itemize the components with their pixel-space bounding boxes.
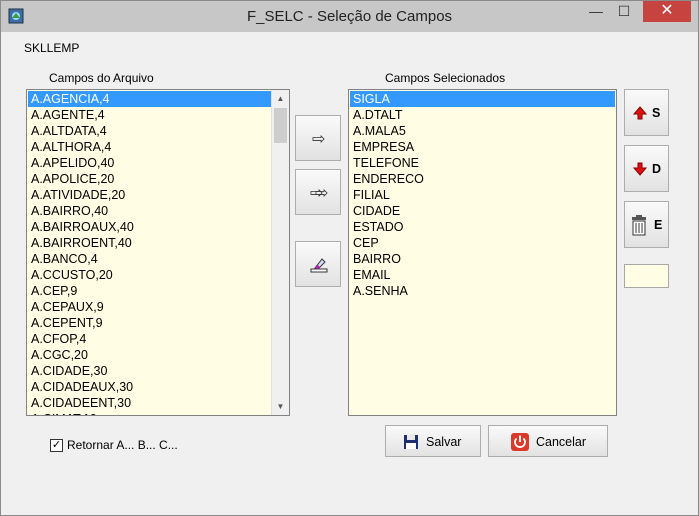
arrow-right-icon: ⇨	[312, 131, 326, 148]
list-item[interactable]: A.CIMAT,10	[28, 411, 271, 415]
list-item[interactable]: A.CEP,9	[28, 283, 271, 299]
arrow-up-icon	[633, 106, 647, 120]
list-item[interactable]: CEP	[350, 235, 615, 251]
scroll-up-icon[interactable]: ▲	[272, 90, 289, 107]
list-item[interactable]: ENDERECO	[350, 171, 615, 187]
selected-list-label: Campos Selecionados	[385, 71, 506, 85]
scroll-down-icon[interactable]: ▼	[272, 398, 289, 415]
list-item[interactable]: A.CCUSTO,20	[28, 267, 271, 283]
list-item[interactable]: A.CEPAUX,9	[28, 299, 271, 315]
return-abc-checkbox[interactable]: ✓	[50, 439, 63, 452]
list-item[interactable]: A.BAIRROENT,40	[28, 235, 271, 251]
source-list-scrollbar[interactable]: ▲ ▼	[271, 90, 289, 415]
source-fields-list[interactable]: A.AGENCIA,4 A.AGENTE,4 A.ALTDATA,4 A.ALTHOR…	[26, 89, 290, 416]
move-down-button[interactable]: D	[624, 145, 669, 192]
minimize-button[interactable]: —	[583, 1, 609, 22]
trash-icon	[632, 215, 646, 236]
move-up-label: S	[652, 106, 661, 120]
list-item[interactable]: A.AGENTE,4	[28, 107, 271, 123]
list-item[interactable]: EMAIL	[350, 267, 615, 283]
list-item[interactable]: A.APOLICE,20	[28, 171, 271, 187]
title-bar[interactable]: F_SELC - Seleção de Campos — ☐ ✕	[1, 1, 698, 32]
list-item[interactable]: SIGLA	[350, 91, 615, 107]
list-item[interactable]: A.CIDADEENT,30	[28, 395, 271, 411]
clear-selection-button[interactable]	[295, 241, 341, 287]
list-item[interactable]: A.CGC,20	[28, 347, 271, 363]
return-abc-label: Retornar A... B... C...	[67, 438, 178, 452]
list-item[interactable]: A.ATIVIDADE,20	[28, 187, 271, 203]
selected-fields-list[interactable]: SIGLA A.DTALT A.MALA5 EMPRESA TELEFONE ENDERE…	[348, 89, 617, 416]
arrow-down-icon	[633, 162, 647, 176]
list-item[interactable]: A.BAIRROAUX,40	[28, 219, 271, 235]
list-item[interactable]: A.DTALT	[350, 107, 615, 123]
list-item[interactable]: CIDADE	[350, 203, 615, 219]
save-button[interactable]: Salvar	[385, 425, 481, 457]
list-item[interactable]: A.MALA5	[350, 123, 615, 139]
position-field[interactable]	[624, 264, 669, 288]
eraser-icon	[310, 258, 328, 273]
double-arrow-right-icon-2: ⇨	[315, 185, 329, 202]
add-all-fields-button[interactable]: ⇨ ⇨	[295, 169, 341, 215]
add-field-button[interactable]: ⇨	[295, 115, 341, 161]
floppy-disk-icon	[404, 435, 418, 449]
list-item[interactable]: A.APELIDO,40	[28, 155, 271, 171]
list-item[interactable]: A.ALTDATA,4	[28, 123, 271, 139]
list-item[interactable]: A.AGENCIA,4	[28, 91, 271, 107]
list-item[interactable]: A.ALTHORA,4	[28, 139, 271, 155]
list-item[interactable]: BAIRRO	[350, 251, 615, 267]
source-list-label: Campos do Arquivo	[49, 71, 154, 85]
list-item[interactable]: A.CIDADEAUX,30	[28, 379, 271, 395]
list-item[interactable]: A.BANCO,4	[28, 251, 271, 267]
list-item[interactable]: A.CFOP,4	[28, 331, 271, 347]
close-button[interactable]: ✕	[643, 1, 691, 22]
remove-field-label: E	[654, 218, 663, 232]
list-item[interactable]: FILIAL	[350, 187, 615, 203]
list-item[interactable]: A.CEPENT,9	[28, 315, 271, 331]
list-item[interactable]: TELEFONE	[350, 155, 615, 171]
list-item[interactable]: A.BAIRRO,40	[28, 203, 271, 219]
move-down-label: D	[652, 162, 662, 176]
list-item[interactable]: EMPRESA	[350, 139, 615, 155]
cancel-label: Cancelar	[536, 435, 587, 449]
list-item[interactable]: ESTADO	[350, 219, 615, 235]
dialog-window: F_SELC - Seleção de Campos — ☐ ✕ SKLLEMP…	[0, 0, 699, 516]
table-name-label: SKLLEMP	[24, 41, 80, 55]
save-label: Salvar	[426, 435, 462, 449]
power-icon	[511, 433, 529, 451]
move-up-button[interactable]: S	[624, 89, 669, 136]
remove-field-button[interactable]: E	[624, 201, 669, 248]
cancel-button[interactable]: Cancelar	[488, 425, 608, 457]
list-item[interactable]: A.CIDADE,30	[28, 363, 271, 379]
maximize-button[interactable]: ☐	[611, 1, 637, 22]
list-item[interactable]: A.SENHA	[350, 283, 615, 299]
scroll-thumb[interactable]	[274, 108, 287, 143]
